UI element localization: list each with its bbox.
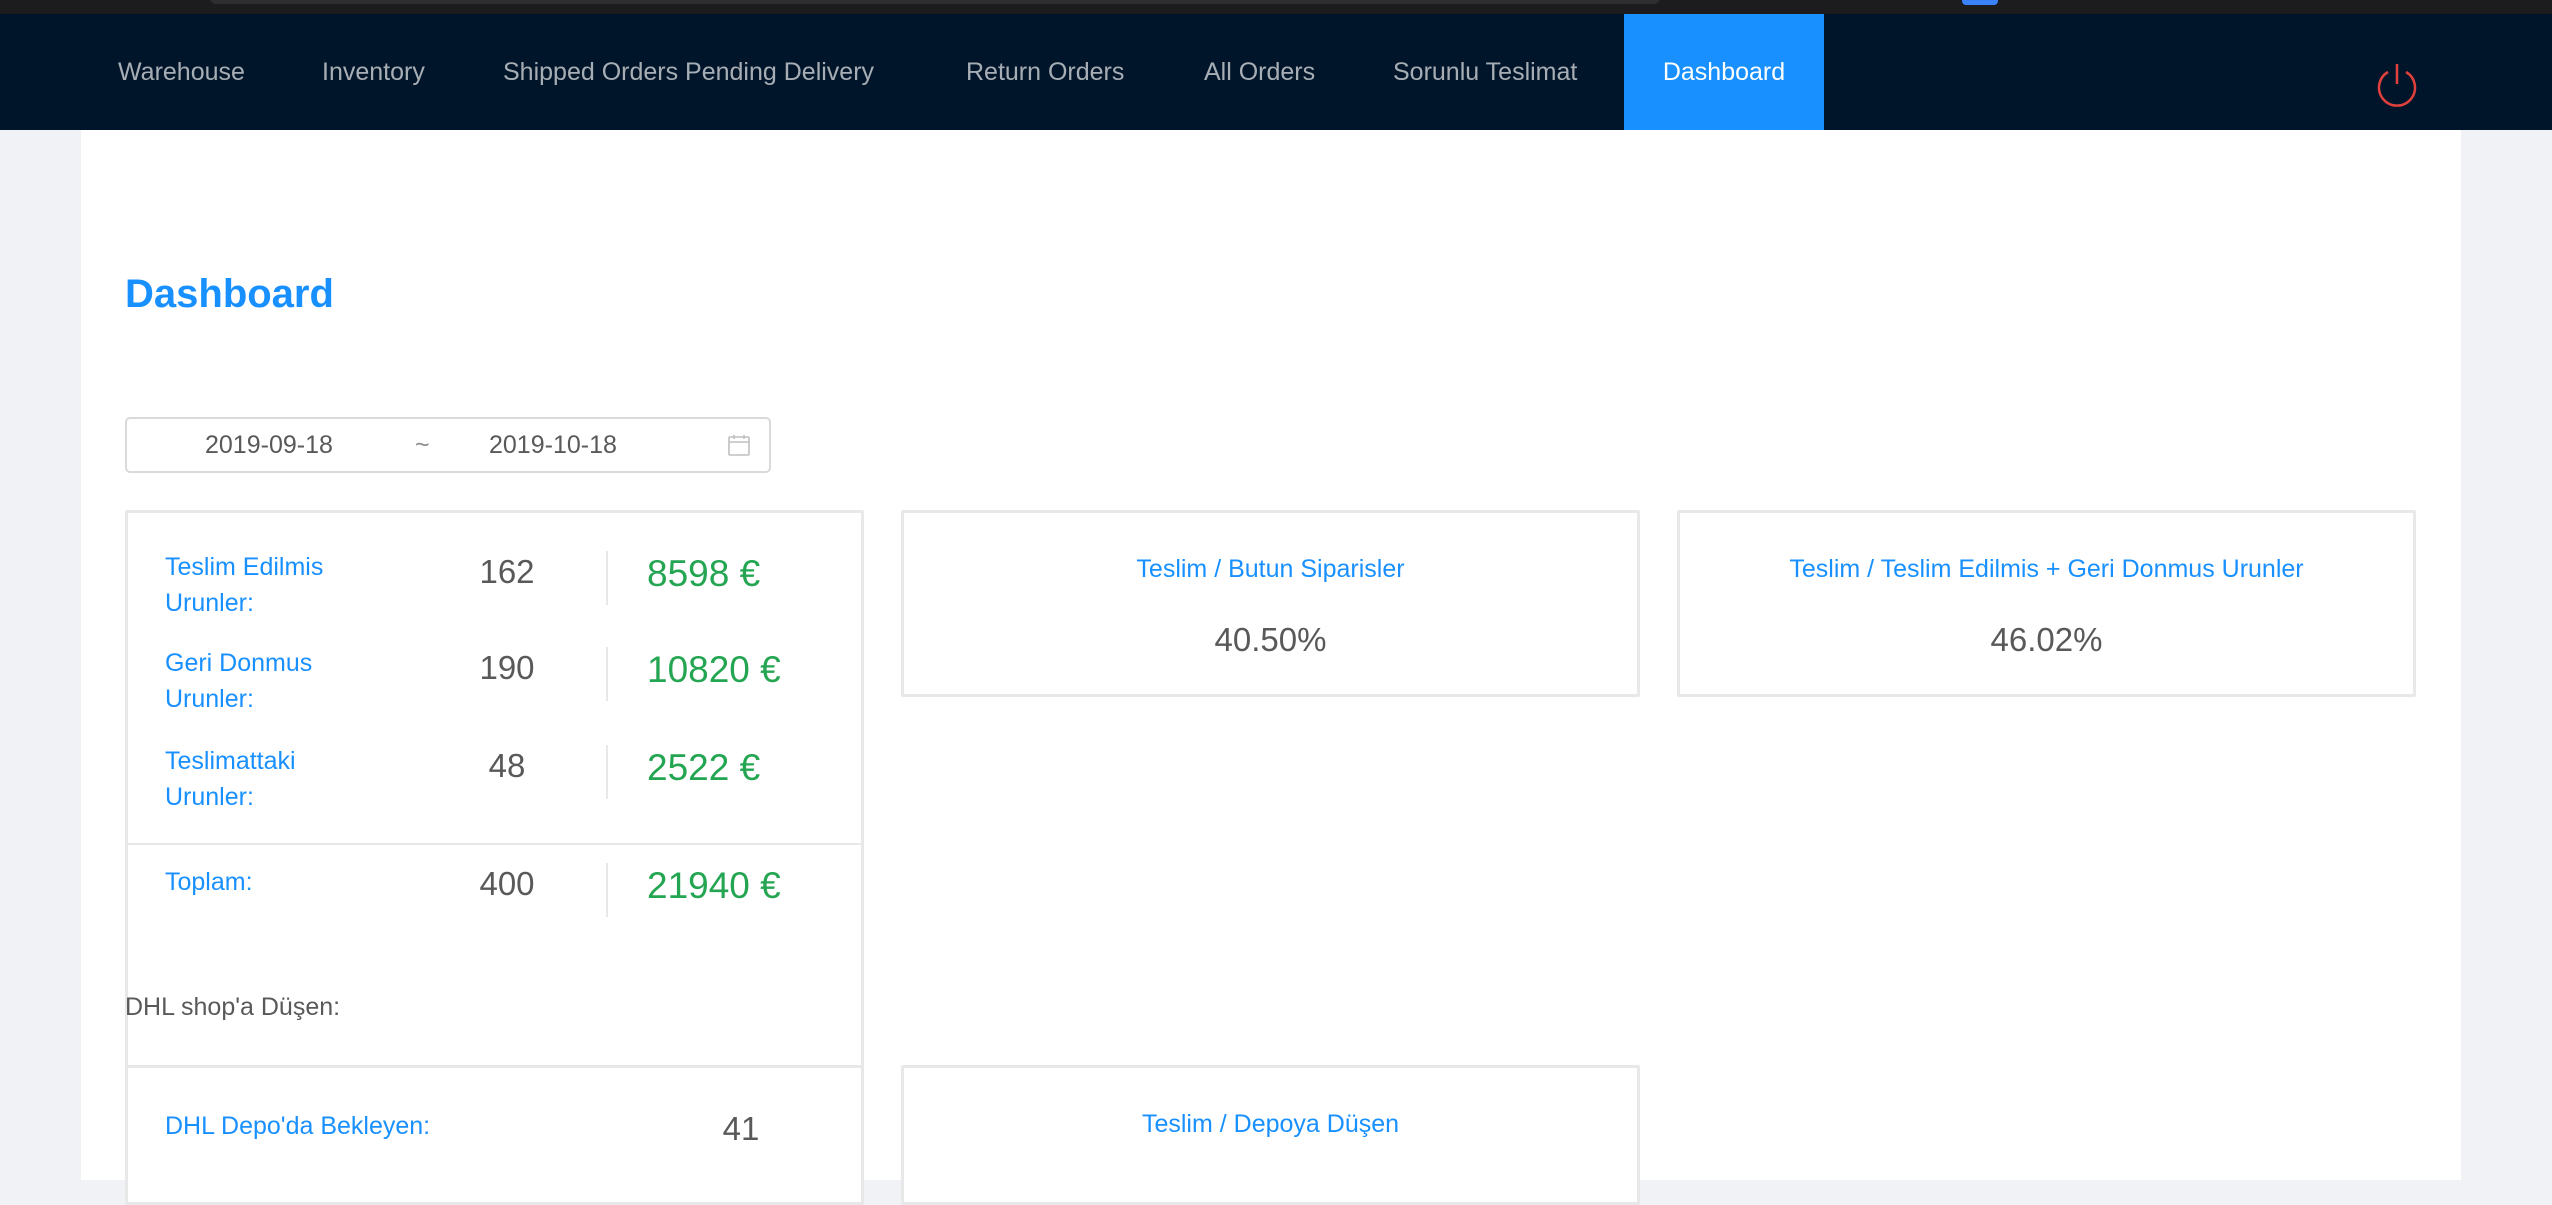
total-value: 21940 € [647,865,781,906]
ratio-title: Teslim / Depoya Düşen [1141,1110,1400,1138]
nav-item-warehouse[interactable]: Warehouse [118,14,245,130]
dhl-waiting-count: 41 [722,1110,760,1147]
dhl-section-label: DHL shop'a Düşen: [125,993,341,1021]
divider [606,647,608,701]
nav-item-shipped-orders-pending-delivery[interactable]: Shipped Orders Pending Delivery [503,14,874,130]
nav-item-return-orders[interactable]: Return Orders [966,14,1124,130]
calendar-icon [728,435,750,456]
dhl-waiting-card: DHL Depo'da Bekleyen: 41 [125,1065,864,1205]
returned-label: Geri Donmus Urunler: [165,649,313,713]
start-date-input[interactable]: 2019-09-18 [205,419,333,471]
ratio-value: 40.50% [1214,621,1327,658]
divider [606,745,608,799]
delivered-label: Teslim Edilmis Urunler: [165,553,324,617]
end-date-input[interactable]: 2019-10-18 [489,419,617,471]
top-navbar: Warehouse Inventory Shipped Orders Pendi… [0,14,2552,130]
in-delivery-count: 48 [488,747,526,784]
date-range-separator: ~ [415,431,430,459]
browser-indicator [1962,0,1998,5]
ratio-card-delivered-all-orders: Teslim / Butun Siparisler 40.50% [901,510,1640,697]
ratio-title: Teslim / Teslim Edilmis + Geri Donmus Ur… [1789,555,2304,583]
total-label: Toplam: [165,868,253,896]
ratio-value: 46.02% [1990,621,2103,658]
returned-count: 190 [479,649,535,686]
nav-item-inventory[interactable]: Inventory [322,14,425,130]
divider [606,551,608,605]
dhl-waiting-label: DHL Depo'da Bekleyen: [165,1112,431,1140]
dhl-ratio-card: Teslim / Depoya Düşen [901,1065,1640,1205]
nav-item-dashboard[interactable]: Dashboard [1624,14,1824,130]
browser-address-bar [210,0,1660,4]
page-title: Dashboard [125,272,334,316]
power-icon[interactable] [2372,60,2422,110]
main-content: Dashboard 2019-09-18 ~ 2019-10-18 Teslim… [81,130,2461,1205]
delivered-count: 162 [479,553,535,590]
ratio-title: Teslim / Butun Siparisler [1136,555,1405,583]
nav-item-sorunlu-teslimat[interactable]: Sorunlu Teslimat [1393,14,1577,130]
in-delivery-label: Teslimattaki Urunler: [165,747,296,811]
ratio-card-delivered-delivered-returned: Teslim / Teslim Edilmis + Geri Donmus Ur… [1677,510,2416,697]
in-delivery-value: 2522 € [647,747,761,788]
nav-item-all-orders[interactable]: All Orders [1204,14,1315,130]
total-divider [128,843,861,845]
delivered-value: 8598 € [647,553,761,594]
returned-value: 10820 € [647,649,781,690]
browser-top-strip [0,0,2552,14]
total-count: 400 [479,865,535,902]
date-range-picker[interactable]: 2019-09-18 ~ 2019-10-18 [125,417,771,473]
divider [606,863,608,917]
